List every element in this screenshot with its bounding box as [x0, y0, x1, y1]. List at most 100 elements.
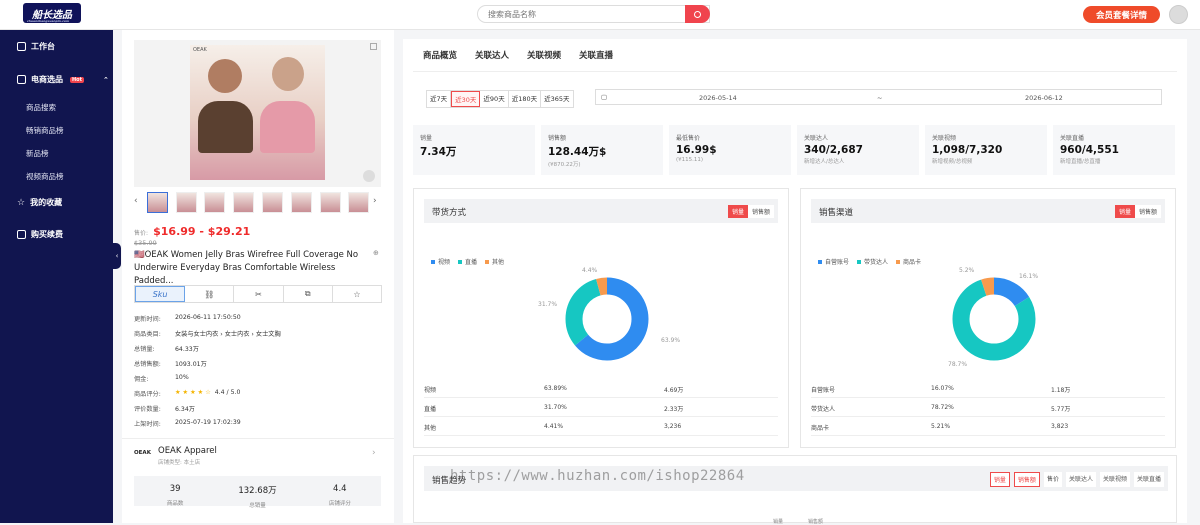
metric-card: 关联达人 340/2,687 新增达人/总达人 [797, 125, 919, 175]
avatar[interactable] [1169, 5, 1188, 24]
overview-tabs: 商品概览 关联达人 关联视频 关联直播 [423, 49, 613, 72]
tab-live[interactable]: 关联直播 [579, 49, 613, 72]
toggle-option[interactable]: 销售额 [747, 205, 774, 218]
chevron-left-icon: ‹ [115, 252, 119, 260]
search-input[interactable] [478, 9, 683, 19]
tab-videos[interactable]: 关联视频 [527, 49, 561, 72]
sidebar-item-purchase[interactable]: 购买续费 [17, 229, 63, 240]
thumbnail[interactable] [233, 192, 254, 213]
donut-chart [952, 277, 1036, 361]
chevron-left-icon[interactable]: ‹ [134, 196, 138, 206]
link-icon[interactable]: ⛓ [185, 286, 235, 302]
thumbnail[interactable] [176, 192, 197, 213]
legend-item[interactable]: 视频 [431, 257, 450, 266]
legend-item[interactable]: 其他 [485, 257, 504, 266]
legend-item[interactable]: 直播 [458, 257, 477, 266]
toggle-option[interactable]: 关联直播 [1133, 472, 1164, 487]
copy-icon[interactable]: ⧉ [284, 286, 333, 302]
legend-item[interactable]: 带货达人 [857, 257, 888, 266]
rating: ★★★★☆ 4.4 / 5.0 [175, 389, 240, 396]
stat-value: 132.68万 [238, 486, 277, 496]
stat-label: 店铺评分 [328, 501, 351, 507]
model-bra-brown [198, 101, 253, 153]
toggle-option[interactable]: 销售额 [1013, 472, 1040, 487]
stat-label: 总销量 [249, 503, 266, 509]
sidebar-subitem[interactable]: 视频商品榜 [26, 171, 64, 182]
cell: 4.41% [544, 423, 564, 430]
toggle-option[interactable]: 销量 [727, 205, 748, 218]
star-icon[interactable]: ☆ [333, 286, 381, 302]
sidebar: 工作台 电商选品 Hot ⌃ 商品搜索 畅销商品榜 新品榜 视频商品榜 ☆ 我的收藏 … [0, 30, 113, 523]
slice-label: 5.2% [959, 267, 975, 274]
cell: 自营账号 [811, 387, 836, 394]
chevron-right-icon[interactable]: › [373, 196, 377, 206]
info-value: 2026-06-11 17:50:50 [175, 314, 241, 321]
sidebar-item-workbench[interactable]: 工作台 [17, 41, 55, 52]
thumbnail[interactable] [204, 192, 225, 213]
cell: 16.07% [931, 385, 954, 392]
thumbnail[interactable] [262, 192, 283, 213]
price-box: 售价: $16.99 - $29.21 $35.99 [134, 220, 250, 247]
search-button[interactable] [685, 5, 710, 23]
table-row: 自营账号 16.07% 1.18万 [811, 379, 1165, 398]
toggle-option[interactable]: 销量 [989, 472, 1010, 487]
toggle-option[interactable]: 销售额 [1134, 205, 1161, 218]
thumbnail[interactable] [320, 192, 341, 213]
tab-creators[interactable]: 关联达人 [475, 49, 509, 72]
metric-value: 960/4,551 [1060, 144, 1119, 156]
day-option[interactable]: 近90天 [480, 91, 509, 107]
sidebar-item-ecom[interactable]: 电商选品 Hot ⌃ [17, 74, 109, 85]
info-key: 商品类目: [134, 331, 161, 338]
cell: 其他 [424, 425, 437, 432]
day-option[interactable]: 近180天 [509, 91, 542, 107]
tab-overview[interactable]: 商品概览 [423, 49, 458, 72]
panel-header: 带货方式 销量 销售额 [424, 199, 778, 223]
thumbnail[interactable] [291, 192, 312, 213]
legend-item[interactable]: 自营账号 [818, 257, 849, 266]
shop-type: 店铺类型: 本土店 [158, 460, 201, 466]
image-brand: OEAK [193, 47, 207, 53]
info-key: 更新时间: [134, 316, 161, 323]
sales-trend-panel: 销售趋势 销量 销售额 售价 关联达人 关联视频 关联直播 [413, 455, 1177, 523]
day-option[interactable]: 近30天 [451, 91, 481, 107]
thumbnail[interactable] [147, 192, 168, 213]
cell: 63.89% [544, 385, 567, 392]
sidebar-subitem[interactable]: 商品搜索 [26, 102, 56, 113]
rating-stars: ★★★★☆ [175, 389, 213, 396]
day-option[interactable]: 近365天 [541, 91, 572, 107]
trend-legend-label: 销量 [773, 519, 784, 525]
toggle-option[interactable]: 销量 [1114, 205, 1135, 218]
sidebar-subitem[interactable]: 畅销商品榜 [26, 125, 64, 136]
grid-icon[interactable] [370, 43, 377, 50]
zoom-icon[interactable] [363, 170, 375, 182]
toggle-option[interactable]: 售价 [1043, 472, 1062, 487]
sidebar-subitem[interactable]: 新品榜 [26, 148, 49, 159]
old-price: $35.99 [134, 239, 157, 247]
info-key: 商品评分: [134, 391, 161, 398]
date-range-picker[interactable]: ▢ 2026-05-14 ~ 2026-06-12 [595, 89, 1162, 105]
thumbnail[interactable] [348, 192, 369, 213]
divider [122, 438, 394, 439]
toggle-option[interactable]: 关联达人 [1065, 472, 1096, 487]
toggle-option[interactable]: 关联视频 [1099, 472, 1130, 487]
metric-sub: 新增视频/总视频 [932, 159, 973, 165]
logo[interactable]: 船长选品 chuanzhangxuanpin.com [23, 3, 81, 23]
vip-button[interactable]: 会员套餐详情 [1083, 6, 1160, 23]
cell: 带货达人 [811, 406, 836, 413]
info-value: 2025-07-19 17:02:39 [175, 419, 241, 426]
download-icon[interactable]: ⊕ [373, 249, 379, 257]
info-row: 佣金: 10% [134, 374, 189, 383]
metric-title: 销量 [420, 135, 433, 142]
top-bar: 船长选品chuanzhangxuanpin.com 会员套餐详情 [0, 0, 1200, 30]
collapse-sidebar-button[interactable]: ‹ [113, 243, 121, 269]
cell: 视频 [424, 387, 437, 394]
sidebar-item-favorites[interactable]: ☆ 我的收藏 [17, 197, 62, 208]
legend-item[interactable]: 商品卡 [896, 257, 921, 266]
logo-sub: chuanzhangxuanpin.com [27, 19, 70, 23]
sku-tab[interactable]: Sku [135, 286, 186, 302]
scissors-icon[interactable]: ✂ [234, 286, 284, 302]
date-to: 2026-06-12 [1025, 94, 1063, 102]
product-main-image[interactable]: OEAK [134, 40, 381, 187]
cell: 5.77万 [1051, 406, 1071, 413]
day-option[interactable]: 近7天 [427, 91, 452, 107]
